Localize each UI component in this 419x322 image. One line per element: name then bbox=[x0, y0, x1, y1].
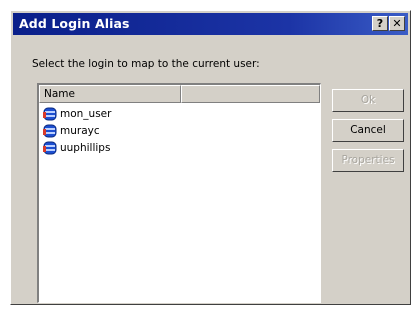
user-icon bbox=[43, 107, 57, 120]
column-header-name[interactable]: Name bbox=[39, 85, 181, 103]
ok-button[interactable]: Ok bbox=[332, 89, 404, 112]
list-item[interactable]: mon_user bbox=[39, 105, 320, 122]
list-item-label: mon_user bbox=[60, 107, 112, 120]
cancel-button[interactable]: Cancel bbox=[332, 119, 404, 142]
column-header-blank[interactable] bbox=[181, 85, 320, 103]
login-list[interactable]: Name mon_user murayc uuphillips bbox=[37, 83, 321, 303]
dialog-title: Add Login Alias bbox=[19, 16, 130, 31]
list-item-label: murayc bbox=[60, 124, 100, 137]
list-item-label: uuphillips bbox=[60, 141, 111, 154]
help-button[interactable]: ? bbox=[372, 16, 388, 31]
add-login-alias-dialog: Add Login Alias ? ✕ Select the login to … bbox=[10, 10, 411, 305]
list-header: Name bbox=[39, 85, 320, 103]
user-icon bbox=[43, 141, 57, 154]
instruction-label: Select the login to map to the current u… bbox=[32, 58, 260, 70]
properties-button[interactable]: Properties bbox=[332, 149, 404, 172]
dialog-buttons: Ok Cancel Properties bbox=[332, 89, 404, 179]
close-button[interactable]: ✕ bbox=[389, 16, 405, 31]
list-item[interactable]: uuphillips bbox=[39, 139, 320, 156]
list-item[interactable]: murayc bbox=[39, 122, 320, 139]
title-bar: Add Login Alias ? ✕ bbox=[13, 13, 408, 35]
user-icon bbox=[43, 124, 57, 137]
list-rows: mon_user murayc uuphillips bbox=[39, 105, 320, 156]
